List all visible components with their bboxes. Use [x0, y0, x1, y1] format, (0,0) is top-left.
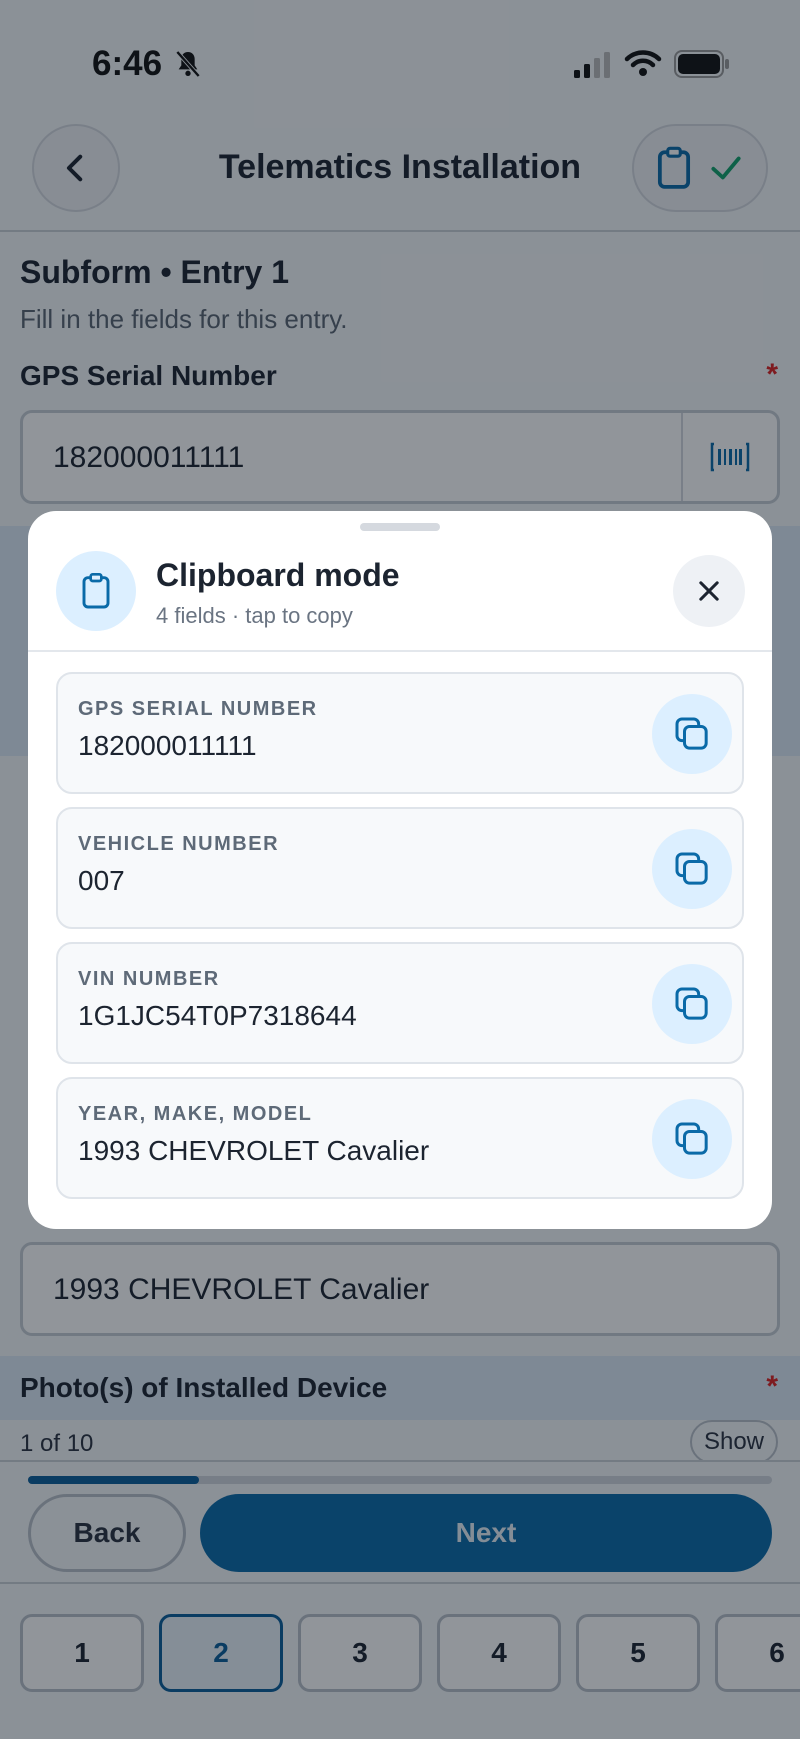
copy-icon [675, 987, 708, 1020]
copy-icon [675, 852, 708, 885]
copy-field-label: VEHICLE NUMBER [78, 833, 280, 855]
copy-field-value: 1G1JC54T0P7318644 [78, 1000, 357, 1031]
copy-icon [675, 1122, 708, 1155]
close-button[interactable] [673, 555, 745, 627]
app-screen: 6:46 Telematics Installation Subform • E… [0, 0, 800, 1739]
copy-field-value: 007 [78, 865, 125, 896]
modal-title: Clipboard mode [156, 557, 400, 593]
copy-button[interactable] [652, 694, 732, 774]
clipboard-modal: Clipboard mode 4 fields · tap to copy GP… [28, 511, 772, 1229]
copy-field-value: 1993 CHEVROLET Cavalier [78, 1135, 430, 1166]
copy-icon [675, 717, 708, 750]
copy-field-label: GPS SERIAL NUMBER [78, 698, 318, 720]
copy-button[interactable] [652, 829, 732, 909]
clipboard-badge [56, 551, 136, 631]
copy-field-value: 182000011111 [78, 730, 257, 761]
copy-field-label: VIN NUMBER [78, 968, 220, 990]
divider [28, 650, 772, 652]
copy-field-card[interactable]: VIN NUMBER 1G1JC54T0P7318644 [56, 942, 744, 1064]
copy-button[interactable] [652, 1099, 732, 1179]
copy-field-card[interactable]: YEAR, MAKE, MODEL 1993 CHEVROLET Cavalier [56, 1077, 744, 1199]
copy-field-card[interactable]: VEHICLE NUMBER 007 [56, 807, 744, 929]
copy-button[interactable] [652, 964, 732, 1044]
modal-subtitle: 4 fields · tap to copy [156, 603, 353, 628]
drag-handle[interactable] [360, 523, 440, 531]
clipboard-icon [82, 573, 110, 609]
copy-field-card[interactable]: GPS SERIAL NUMBER 182000011111 [56, 672, 744, 794]
copy-field-label: YEAR, MAKE, MODEL [78, 1103, 313, 1125]
close-icon [699, 581, 719, 601]
